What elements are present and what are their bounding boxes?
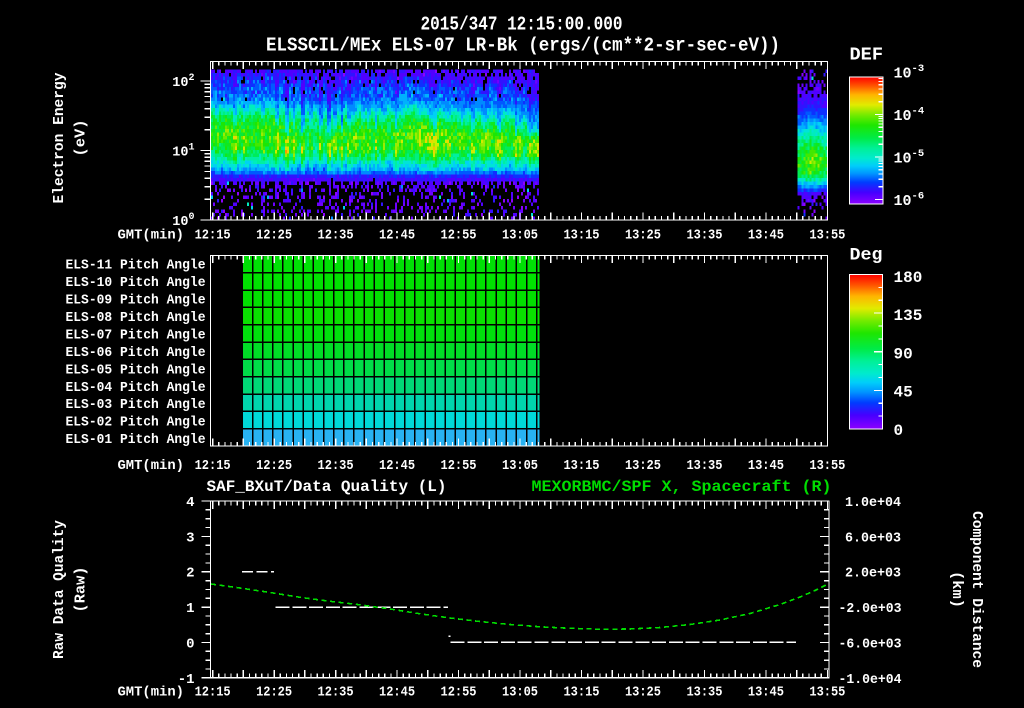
svg-text:MEXORBMC/SPF X, Spacecraft (R): MEXORBMC/SPF X, Spacecraft (R) bbox=[532, 478, 832, 496]
svg-text:0: 0 bbox=[894, 422, 904, 440]
svg-text:ELS-05 Pitch Angle: ELS-05 Pitch Angle bbox=[66, 362, 206, 378]
svg-text:-2.0e+03: -2.0e+03 bbox=[839, 602, 902, 617]
svg-text:12:25: 12:25 bbox=[256, 227, 292, 243]
svg-text:12:55: 12:55 bbox=[441, 458, 477, 474]
svg-text:13:05: 13:05 bbox=[502, 227, 538, 243]
svg-text:12:35: 12:35 bbox=[318, 458, 354, 474]
svg-text:1: 1 bbox=[186, 601, 194, 617]
svg-text:12:15: 12:15 bbox=[195, 458, 231, 474]
svg-text:GMT(min): GMT(min) bbox=[118, 458, 185, 474]
svg-text:(eV): (eV) bbox=[73, 120, 89, 157]
svg-text:13:35: 13:35 bbox=[686, 458, 722, 474]
svg-text:13:15: 13:15 bbox=[563, 227, 599, 243]
svg-text:6.0e+03: 6.0e+03 bbox=[845, 531, 901, 546]
svg-text:ELS-03 Pitch Angle: ELS-03 Pitch Angle bbox=[66, 397, 206, 413]
svg-text:-1: -1 bbox=[178, 672, 195, 688]
svg-text:(Raw): (Raw) bbox=[73, 567, 89, 613]
svg-text:2: 2 bbox=[186, 566, 194, 582]
svg-text:13:35: 13:35 bbox=[686, 227, 722, 243]
svg-text:-1.0e+04: -1.0e+04 bbox=[839, 673, 902, 688]
svg-text:13:35: 13:35 bbox=[686, 684, 722, 700]
svg-text:Raw Data Quality: Raw Data Quality bbox=[52, 520, 68, 659]
svg-text:ELS-09 Pitch Angle: ELS-09 Pitch Angle bbox=[66, 293, 206, 309]
svg-text:GMT(min): GMT(min) bbox=[118, 684, 185, 700]
svg-text:ELS-04 Pitch Angle: ELS-04 Pitch Angle bbox=[66, 380, 206, 396]
svg-text:12:55: 12:55 bbox=[441, 684, 477, 700]
svg-text:Deg: Deg bbox=[850, 246, 883, 266]
svg-text:DEF: DEF bbox=[850, 46, 884, 66]
svg-text:SAF_BXuT/Data Quality (L): SAF_BXuT/Data Quality (L) bbox=[207, 478, 447, 496]
svg-text:12:35: 12:35 bbox=[318, 227, 354, 243]
svg-text:12:35: 12:35 bbox=[318, 684, 354, 700]
svg-text:ELS-10 Pitch Angle: ELS-10 Pitch Angle bbox=[66, 275, 206, 291]
svg-text:13:05: 13:05 bbox=[502, 458, 538, 474]
svg-text:13:15: 13:15 bbox=[563, 458, 599, 474]
svg-text:13:45: 13:45 bbox=[748, 458, 784, 474]
svg-text:ELS-06 Pitch Angle: ELS-06 Pitch Angle bbox=[66, 345, 206, 361]
svg-text:180: 180 bbox=[894, 269, 923, 287]
svg-text:12:25: 12:25 bbox=[256, 684, 292, 700]
svg-text:13:25: 13:25 bbox=[625, 684, 661, 700]
svg-text:ELS-02 Pitch Angle: ELS-02 Pitch Angle bbox=[66, 415, 206, 431]
svg-text:1.0e+04: 1.0e+04 bbox=[845, 496, 901, 511]
svg-text:13:05: 13:05 bbox=[502, 684, 538, 700]
svg-text:13:45: 13:45 bbox=[748, 684, 784, 700]
svg-text:0: 0 bbox=[186, 636, 194, 652]
svg-text:13:55: 13:55 bbox=[809, 227, 845, 243]
svg-text:12:15: 12:15 bbox=[195, 227, 231, 243]
svg-text:13:15: 13:15 bbox=[563, 684, 599, 700]
svg-text:2015/347 12:15:00.000: 2015/347 12:15:00.000 bbox=[421, 14, 623, 36]
svg-text:Electron Energy: Electron Energy bbox=[52, 72, 68, 203]
svg-text:13:55: 13:55 bbox=[809, 458, 845, 474]
svg-text:45: 45 bbox=[894, 384, 913, 402]
svg-text:13:25: 13:25 bbox=[625, 458, 661, 474]
svg-text:13:45: 13:45 bbox=[748, 227, 784, 243]
svg-text:12:25: 12:25 bbox=[256, 458, 292, 474]
svg-text:135: 135 bbox=[894, 307, 923, 325]
svg-text:12:45: 12:45 bbox=[379, 458, 415, 474]
svg-text:ELSSCIL/MEx ELS-07 LR-Bk (erg: ELSSCIL/MEx ELS-07 LR-Bk (ergs/(cm**2-sr… bbox=[266, 35, 780, 57]
svg-text:13:25: 13:25 bbox=[625, 227, 661, 243]
svg-text:ELS-01 Pitch Angle: ELS-01 Pitch Angle bbox=[66, 432, 206, 448]
svg-text:3: 3 bbox=[186, 530, 194, 546]
svg-text:12:45: 12:45 bbox=[379, 684, 415, 700]
svg-text:ELS-08 Pitch Angle: ELS-08 Pitch Angle bbox=[66, 310, 206, 326]
svg-text:-6.0e+03: -6.0e+03 bbox=[839, 637, 902, 652]
svg-text:12:15: 12:15 bbox=[195, 684, 231, 700]
svg-text:2.0e+03: 2.0e+03 bbox=[845, 567, 901, 582]
svg-text:Component Distance: Component Distance bbox=[968, 511, 984, 668]
svg-text:12:55: 12:55 bbox=[441, 227, 477, 243]
svg-text:90: 90 bbox=[894, 345, 913, 363]
svg-text:(km): (km) bbox=[948, 571, 964, 608]
svg-text:12:45: 12:45 bbox=[379, 227, 415, 243]
svg-text:4: 4 bbox=[186, 495, 194, 511]
svg-text:ELS-11 Pitch Angle: ELS-11 Pitch Angle bbox=[66, 258, 206, 274]
svg-text:ELS-07 Pitch Angle: ELS-07 Pitch Angle bbox=[66, 327, 206, 343]
